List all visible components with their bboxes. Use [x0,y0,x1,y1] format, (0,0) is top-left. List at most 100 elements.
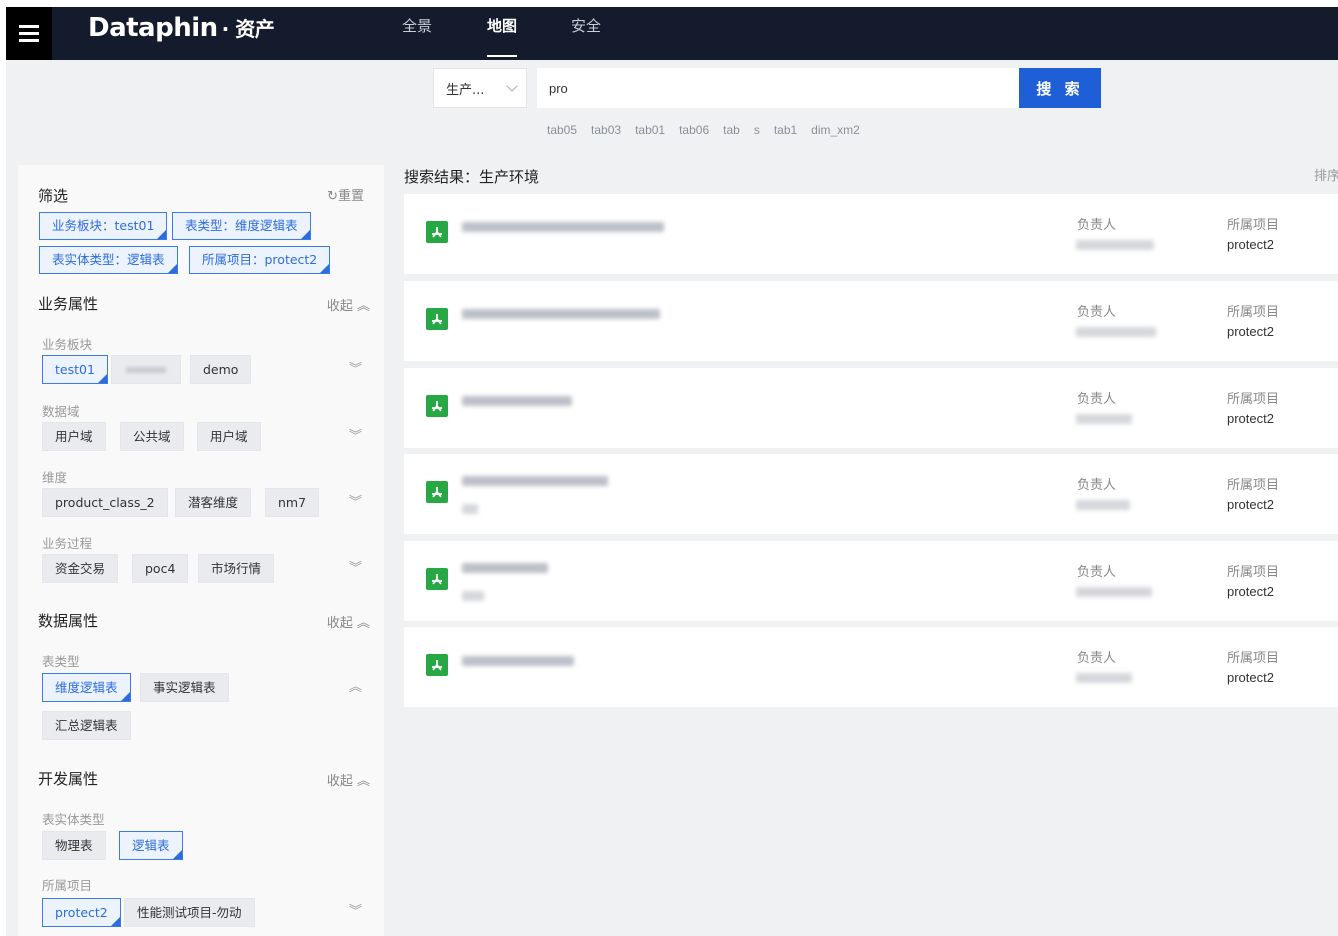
owner-label: 负责人 [1077,565,1117,580]
owner-label: 负责人 [1077,478,1117,493]
search-button[interactable]: 搜 索 [1019,68,1101,108]
collapse-label: 收起 [326,774,353,789]
chip-business-block[interactable]: demo [190,355,252,384]
project-value: protect2 [1227,237,1274,252]
chip-business-process[interactable]: poc4 [132,554,189,583]
business-block-label: 业务板块 [42,337,93,352]
project-value: protect2 [1227,670,1274,685]
result-card[interactable]: 负责人 所属项目 protect2 [404,627,1338,707]
chevron-double-down-icon[interactable]: ︾ [349,430,362,443]
result-card[interactable]: 负责人 所属项目 protect2 [404,368,1338,448]
dev-collapse-button[interactable]: 收起 ︽ [327,770,370,789]
logical-table-icon [426,481,448,503]
business-attributes-title: 业务属性 [38,295,99,313]
chip-project[interactable]: 性能测试项目-勿动 [124,898,255,927]
active-filter-chip[interactable]: 表类型：维度逻辑表 [172,212,311,240]
chip-entity-type[interactable]: 逻辑表 [119,831,183,860]
active-filter-chip[interactable]: 业务板块：test01 [39,212,168,240]
owner-redacted [1076,587,1152,597]
reset-label: 重置 [337,189,364,204]
active-filter-chip[interactable]: 所属项目：protect2 [189,246,331,274]
data-collapse-button[interactable]: 收起 ︽ [327,612,370,631]
owner-label: 负责人 [1077,651,1117,666]
table-name-redacted [462,656,574,666]
data-attributes-title: 数据属性 [38,612,99,630]
chevron-double-up-icon[interactable]: ︽ [349,681,362,694]
data-domain-label: 数据域 [42,404,80,419]
project-value: protect2 [1227,584,1274,599]
environment-select[interactable]: 生产... [433,68,527,108]
logical-table-icon [426,308,448,330]
hint-item[interactable]: tab03 [591,123,621,137]
chevron-double-down-icon[interactable]: ︾ [349,496,362,509]
result-card[interactable]: 负责人 所属项目 protect2 [404,281,1338,361]
owner-redacted [1076,414,1132,424]
hint-item[interactable]: s [754,123,760,137]
search-input[interactable] [537,68,1019,108]
owner-label: 负责人 [1077,218,1117,233]
chevron-double-down-icon[interactable]: ︾ [349,562,362,575]
chip-table-type[interactable]: 事实逻辑表 [140,673,229,702]
table-type-label: 表类型 [42,654,80,669]
project-label: 所属项目 [1227,305,1280,320]
top-nav: Dataphin · 资产 全景 地图 安全 [6,7,1338,60]
hint-item[interactable]: tab1 [774,123,797,137]
business-process-label: 业务过程 [42,536,93,551]
table-name-redacted [462,476,608,486]
hint-item[interactable]: tab [723,123,740,137]
chip-table-type[interactable]: 汇总逻辑表 [42,711,131,740]
table-name-redacted [462,309,660,319]
chevron-up-icon: ︽ [356,774,370,789]
chip-business-process[interactable]: 资金交易 [42,554,119,583]
menu-icon[interactable] [6,7,52,60]
hint-item[interactable]: tab01 [635,123,665,137]
collapse-label: 收起 [326,299,353,314]
project-label: 所属项目 [1227,218,1280,233]
tab-overview[interactable]: 全景 [402,15,432,60]
chip-project[interactable]: protect2 [42,898,121,927]
chip-data-domain[interactable]: 公共域 [120,422,184,451]
chip-business-block-redacted[interactable] [111,355,181,384]
logical-table-icon [426,395,448,417]
chip-entity-type[interactable]: 物理表 [42,831,106,860]
tab-map[interactable]: 地图 [487,15,518,60]
result-card[interactable]: 负责人 所属项目 protect2 [404,454,1338,534]
result-card[interactable]: 负责人 所属项目 protect2 [404,541,1338,621]
project-value: protect2 [1227,497,1274,512]
chip-dimension[interactable]: product_class_2 [42,488,168,517]
hint-item[interactable]: tab05 [547,123,577,137]
dev-attributes-title: 开发属性 [38,770,99,788]
entity-type-label: 表实体类型 [42,812,105,827]
result-card[interactable]: 负责人 所属项目 protect2 [404,194,1338,274]
hint-item[interactable]: dim_xm2 [811,123,860,137]
chip-dimension[interactable]: 潜客维度 [175,488,252,517]
chip-table-type[interactable]: 维度逻辑表 [42,673,131,702]
tab-security[interactable]: 安全 [571,15,601,60]
reset-button[interactable]: ↻重置 [327,185,364,204]
sort-button[interactable]: 排序 [1314,165,1338,184]
results-title: 搜索结果：生产环境 [404,168,540,186]
collapse-label: 收起 [326,616,353,631]
chip-data-domain[interactable]: 用户域 [42,422,106,451]
chevron-double-down-icon[interactable]: ︾ [349,905,362,918]
chevron-double-down-icon[interactable]: ︾ [349,363,362,376]
project-label: 所属项目 [1227,651,1280,666]
brand-name: Dataphin [88,13,218,43]
brand-logo[interactable]: Dataphin · 资产 [88,13,275,43]
table-name-redacted [462,222,664,232]
chip-data-domain[interactable]: 用户域 [197,422,261,451]
chip-business-process[interactable]: 市场行情 [198,554,275,583]
chip-dimension[interactable]: nm7 [265,488,320,517]
dimension-label: 维度 [42,470,68,485]
brand-sub: · 资产 [221,17,275,41]
logical-table-icon [426,568,448,590]
hint-item[interactable]: tab06 [679,123,709,137]
chevron-down-icon [506,80,518,92]
active-filter-chip[interactable]: 表实体类型：逻辑表 [39,246,178,274]
owner-redacted [1076,500,1130,510]
chip-business-block[interactable]: test01 [42,355,108,384]
table-name-redacted [462,396,572,406]
table-desc-redacted [462,504,478,514]
chevron-up-icon: ︽ [356,616,370,631]
business-collapse-button[interactable]: 收起 ︽ [327,295,370,314]
